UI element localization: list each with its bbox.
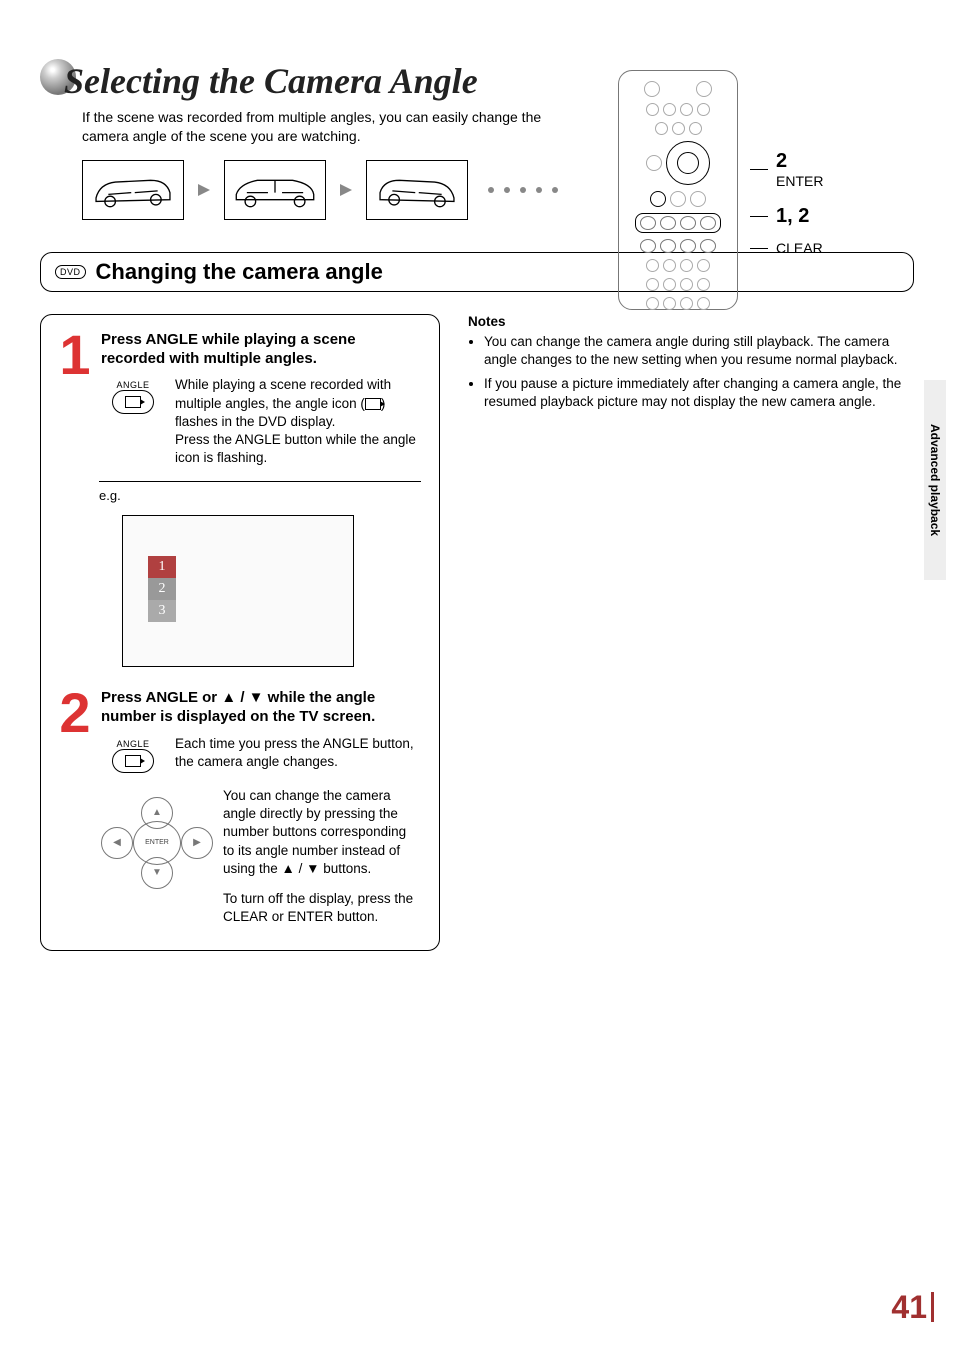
angle-button-icon: ANGLE — [103, 739, 163, 773]
step-2-body-3: To turn off the display, press the CLEAR… — [223, 890, 421, 926]
angle-option-1: 1 — [148, 556, 176, 578]
page-number: 41 — [891, 1289, 934, 1326]
intro-text: If the scene was recorded from multiple … — [82, 108, 582, 146]
car-angle-3-icon — [366, 160, 468, 220]
direction-pad-icon: ▲ ◀ ENTER ▶ ▼ — [101, 797, 211, 887]
arrow-right-icon — [198, 184, 210, 196]
left-arrow-icon: ◀ — [101, 827, 133, 859]
camera-icon — [125, 755, 141, 767]
angle-button-on-remote-icon — [650, 191, 666, 207]
callout-enter-label: ENTER — [776, 173, 823, 189]
chapter-tab-label: Advanced playback — [928, 424, 942, 536]
angle-option-2: 2 — [148, 578, 176, 600]
page-number-value: 41 — [891, 1289, 927, 1325]
tv-preview: 1 2 3 — [122, 515, 354, 667]
camera-icon — [125, 396, 141, 408]
example-label: e.g. — [99, 488, 421, 503]
remote-callouts: 2 ENTER 1, 2 CLEAR — [750, 126, 823, 256]
continuation-dots-icon — [488, 187, 558, 193]
remote-diagram: 2 ENTER 1, 2 CLEAR — [618, 70, 898, 310]
angle-number-stack: 1 2 3 — [148, 556, 176, 622]
step-2-body-2: You can change the camera angle directly… — [223, 787, 421, 878]
notes-heading: Notes — [468, 314, 914, 329]
car-angle-1-icon — [82, 160, 184, 220]
remote-body — [618, 70, 738, 310]
step-1-number: 1 — [55, 331, 95, 379]
content-columns: 1 Press ANGLE while playing a scene reco… — [40, 314, 914, 952]
nav-ring-icon — [666, 141, 710, 185]
step-1-body-c: Press the ANGLE button while the angle i… — [175, 432, 416, 465]
step-1-body: While playing a scene recorded with mult… — [175, 376, 421, 467]
step-2-heading: Press ANGLE or ▲ / ▼ while the angle num… — [101, 689, 421, 727]
car-angle-2-icon — [224, 160, 326, 220]
arrow-right-icon — [340, 184, 352, 196]
page-title: Selecting the Camera Angle — [64, 60, 478, 102]
angle-button-label: ANGLE — [116, 739, 149, 749]
section-title-text: Changing the camera angle — [96, 259, 383, 285]
step-1-heading: Press ANGLE while playing a scene record… — [101, 331, 421, 369]
chapter-tab: Advanced playback — [924, 380, 946, 580]
note-1: You can change the camera angle during s… — [484, 333, 914, 369]
callout-step-1-2: 1, 2 — [776, 205, 809, 228]
steps-panel: 1 Press ANGLE while playing a scene reco… — [40, 314, 440, 952]
angle-option-3: 3 — [148, 600, 176, 622]
step-1-body-a: While playing a scene recorded with mult… — [175, 377, 391, 410]
dvd-badge-icon: DVD — [55, 265, 86, 279]
callout-step-2: 2 — [776, 150, 823, 173]
step-2-body-1: Each time you press the ANGLE button, th… — [175, 735, 421, 773]
angle-button-icon: ANGLE — [103, 380, 163, 467]
highlighted-row-icon — [635, 213, 721, 233]
camera-icon-inline — [365, 398, 381, 410]
right-arrow-icon: ▶ — [181, 827, 213, 859]
notes-column: Notes You can change the camera angle du… — [468, 314, 914, 418]
callout-clear-label: CLEAR — [776, 240, 823, 256]
down-arrow-icon: ▼ — [141, 857, 173, 889]
note-2: If you pause a picture immediately after… — [484, 375, 914, 411]
angle-button-label: ANGLE — [116, 380, 149, 390]
step-2-number: 2 — [55, 689, 95, 737]
step-2: 2 Press ANGLE or ▲ / ▼ while the angle n… — [55, 689, 421, 926]
step-1: 1 Press ANGLE while playing a scene reco… — [55, 331, 421, 468]
